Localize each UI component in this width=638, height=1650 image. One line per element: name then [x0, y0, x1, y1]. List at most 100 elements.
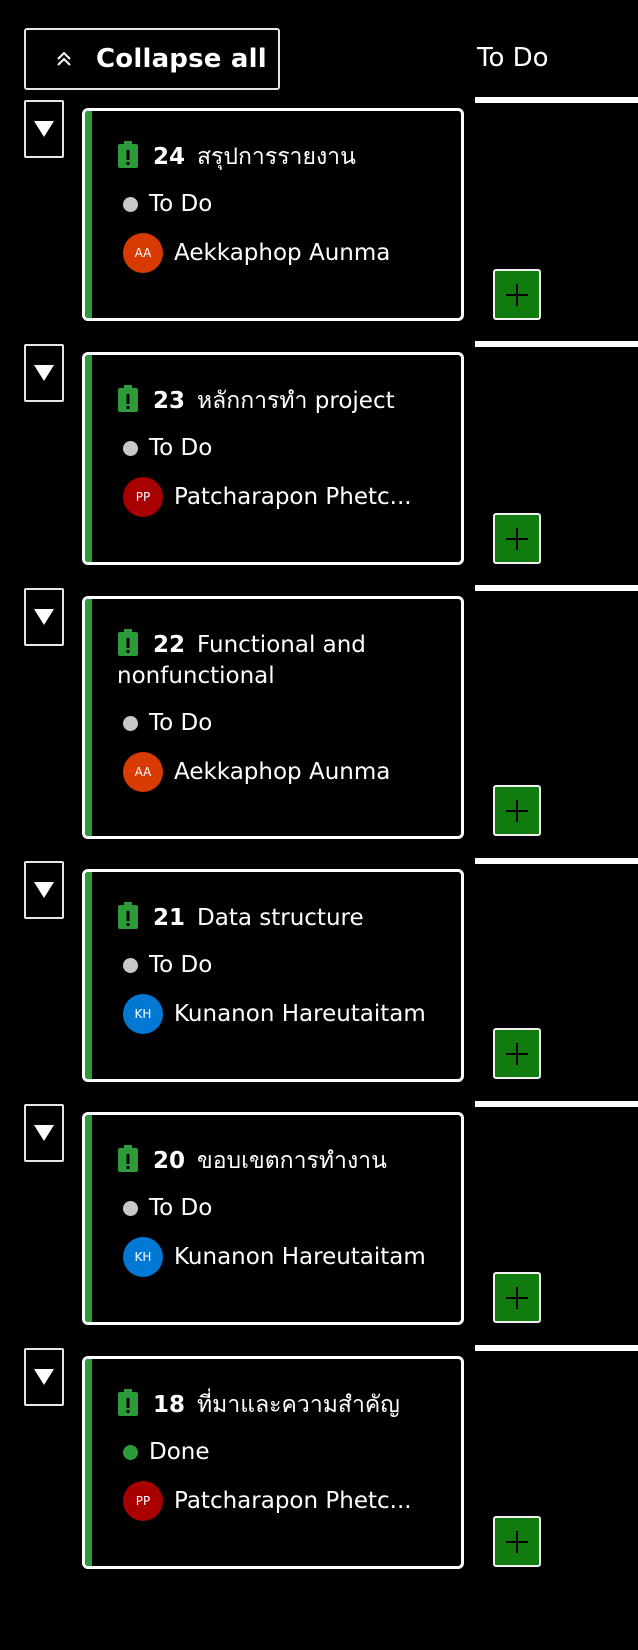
plus-icon	[506, 283, 528, 306]
card-color-stripe	[85, 355, 92, 562]
state-label: To Do	[149, 435, 213, 461]
add-task-button[interactable]	[493, 1516, 541, 1567]
row-toggle-button[interactable]	[24, 588, 64, 646]
state-label: To Do	[149, 952, 213, 978]
clipboard-icon	[117, 1145, 139, 1172]
row-divider	[475, 1345, 638, 1351]
state-dot	[123, 715, 138, 731]
plus-icon	[506, 1286, 528, 1309]
state-dot	[123, 440, 138, 456]
work-item-id: 23	[153, 388, 186, 414]
work-item-id: 20	[153, 1148, 186, 1174]
assignee-name: Aekkaphop Aunma	[174, 240, 391, 266]
collapse-all-button[interactable]: Collapse all	[24, 28, 280, 90]
work-item-card[interactable]: 23 หลักการทำ project To Do PP Patcharapon…	[82, 352, 464, 565]
work-item-state: To Do	[123, 952, 212, 978]
clipboard-icon	[117, 385, 139, 412]
plus-icon	[506, 1042, 528, 1065]
collapse-all-label: Collapse all	[96, 44, 267, 74]
state-label: To Do	[149, 710, 213, 736]
plus-icon	[506, 1530, 528, 1553]
avatar: AA	[123, 233, 163, 273]
card-color-stripe	[85, 1359, 92, 1566]
row-toggle-button[interactable]	[24, 100, 64, 158]
work-item-title[interactable]: ขอบเขตการทำงาน	[197, 1148, 387, 1174]
work-item-assignee: PP Patcharapon Phetc...	[123, 1481, 412, 1521]
work-item-state: To Do	[123, 710, 212, 736]
work-item-assignee: KH Kunanon Hareutaitam	[123, 1237, 426, 1277]
triangle-down-icon	[34, 609, 54, 625]
add-task-button[interactable]	[493, 269, 541, 320]
card-title-line: 22 Functional and nonfunctional	[117, 629, 445, 692]
assignee-name: Patcharapon Phetc...	[174, 1488, 412, 1514]
work-item-assignee: AA Aekkaphop Aunma	[123, 752, 390, 792]
plus-icon	[506, 527, 528, 550]
assignee-name: Patcharapon Phetc...	[174, 484, 412, 510]
state-dot	[123, 957, 138, 973]
row-toggle-button[interactable]	[24, 861, 64, 919]
work-item-card[interactable]: 24 สรุปการรายงาน To Do AA Aekkaphop Aunma	[82, 108, 464, 321]
clipboard-icon	[117, 629, 139, 656]
row-divider	[475, 341, 638, 347]
row-divider	[475, 858, 638, 864]
work-item-title[interactable]: Data structure	[197, 905, 364, 931]
clipboard-icon	[117, 141, 139, 168]
assignee-name: Aekkaphop Aunma	[174, 759, 391, 785]
avatar: KH	[123, 994, 163, 1034]
work-item-card[interactable]: 20 ขอบเขตการทำงาน To Do KH Kunanon Hareut…	[82, 1112, 464, 1325]
work-item-state: To Do	[123, 191, 212, 217]
avatar: KH	[123, 1237, 163, 1277]
work-item-title[interactable]: ที่มาและความสำคัญ	[197, 1392, 400, 1418]
avatar: PP	[123, 1481, 163, 1521]
triangle-down-icon	[34, 1369, 54, 1385]
triangle-down-icon	[34, 121, 54, 137]
state-dot	[123, 1444, 138, 1460]
clipboard-icon	[117, 1389, 139, 1416]
card-title-line: 23 หลักการทำ project	[117, 385, 445, 417]
state-dot	[123, 1200, 138, 1216]
work-item-id: 22	[153, 632, 186, 658]
triangle-down-icon	[34, 882, 54, 898]
row-toggle-button[interactable]	[24, 1348, 64, 1406]
avatar: AA	[123, 752, 163, 792]
add-task-button[interactable]	[493, 513, 541, 564]
row-divider	[475, 97, 638, 103]
row-toggle-button[interactable]	[24, 1104, 64, 1162]
row-toggle-button[interactable]	[24, 344, 64, 402]
assignee-name: Kunanon Hareutaitam	[174, 1001, 426, 1027]
card-color-stripe	[85, 111, 92, 318]
card-title-line: 24 สรุปการรายงาน	[117, 141, 445, 173]
work-item-assignee: KH Kunanon Hareutaitam	[123, 994, 426, 1034]
work-item-card[interactable]: 22 Functional and nonfunctional To Do AA …	[82, 596, 464, 839]
row-divider	[475, 1101, 638, 1107]
double-chevron-up-icon	[52, 47, 76, 71]
card-title-line: 20 ขอบเขตการทำงาน	[117, 1145, 445, 1177]
plus-icon	[506, 799, 528, 822]
add-task-button[interactable]	[493, 1272, 541, 1323]
work-item-assignee: AA Aekkaphop Aunma	[123, 233, 390, 273]
state-label: To Do	[149, 1195, 213, 1221]
work-item-id: 18	[153, 1392, 186, 1418]
avatar: PP	[123, 477, 163, 517]
work-item-title[interactable]: หลักการทำ project	[197, 388, 395, 414]
assignee-name: Kunanon Hareutaitam	[174, 1244, 426, 1270]
work-item-state: To Do	[123, 435, 212, 461]
triangle-down-icon	[34, 1125, 54, 1141]
card-title-line: 21 Data structure	[117, 902, 445, 934]
state-label: Done	[149, 1439, 210, 1465]
card-title-line: 18 ที่มาและความสำคัญ	[117, 1389, 445, 1421]
clipboard-icon	[117, 902, 139, 929]
work-item-state: To Do	[123, 1195, 212, 1221]
state-label: To Do	[149, 191, 213, 217]
work-item-id: 21	[153, 905, 186, 931]
card-color-stripe	[85, 1115, 92, 1322]
work-item-card[interactable]: 18 ที่มาและความสำคัญ Done PP Patcharapon …	[82, 1356, 464, 1569]
work-item-card[interactable]: 21 Data structure To Do KH Kunanon Hareut…	[82, 869, 464, 1082]
add-task-button[interactable]	[493, 785, 541, 836]
triangle-down-icon	[34, 365, 54, 381]
add-task-button[interactable]	[493, 1028, 541, 1079]
work-item-title[interactable]: สรุปการรายงาน	[197, 144, 356, 170]
card-color-stripe	[85, 872, 92, 1079]
work-item-assignee: PP Patcharapon Phetc...	[123, 477, 412, 517]
row-divider	[475, 585, 638, 591]
